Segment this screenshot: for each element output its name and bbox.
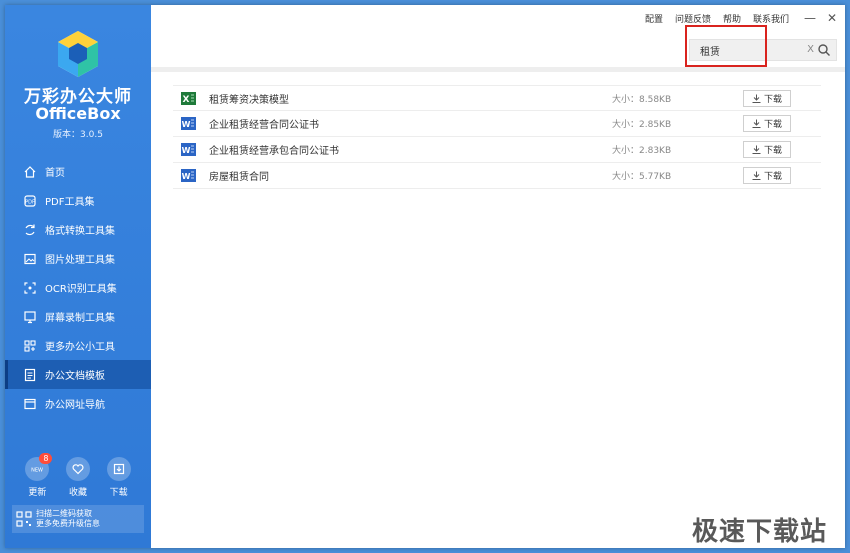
download-icon <box>752 119 761 128</box>
svg-text:NEW: NEW <box>31 468 43 474</box>
version-label: 版本：3.0.5 <box>53 130 103 140</box>
browser-icon <box>23 397 37 411</box>
word-file-icon: W <box>181 117 196 130</box>
file-row[interactable]: W 企业租赁经营合同公证书 大小：2.85KB 下载 <box>173 111 821 137</box>
word-file-icon: W <box>181 169 196 182</box>
heart-icon <box>65 457 90 481</box>
file-size: 大小：5.77KB <box>612 172 672 182</box>
download-button[interactable]: 下载 <box>743 141 791 158</box>
watermark-text: 极速下载站 <box>691 517 827 547</box>
download-icon <box>752 171 761 180</box>
download-button[interactable]: 下载 <box>743 167 791 184</box>
app-logo-icon <box>58 31 98 77</box>
file-name: 房屋租赁合同 <box>209 172 269 183</box>
sidebar-item-label: 格式转换工具集 <box>45 226 115 237</box>
excel-file-icon: X <box>181 91 196 105</box>
favorite-label: 收藏 <box>68 488 87 498</box>
minimize-button[interactable]: — <box>801 11 819 25</box>
sidebar-item-label: OCR识别工具集 <box>45 284 117 295</box>
sidebar-item-nav[interactable]: 办公网址导航 <box>5 389 151 418</box>
favorite-button[interactable]: 收藏 <box>61 457 95 498</box>
home-icon <box>23 165 37 179</box>
sidebar-item-home[interactable]: 首页 <box>5 157 151 186</box>
file-row[interactable]: W 房屋租赁合同 大小：5.77KB 下载 <box>173 163 821 189</box>
svg-text:W: W <box>182 120 191 129</box>
file-size: 大小：8.58KB <box>612 94 672 105</box>
template-file-list: X 租赁筹资决策模型 大小：8.58KB 下载 W 企业租赁经营合同公证书 大小… <box>173 85 821 189</box>
sidebar-item-label: PDF工具集 <box>45 197 95 208</box>
sidebar-item-pdf[interactable]: PDF PDF工具集 <box>5 186 151 215</box>
file-size: 大小：2.85KB <box>612 120 672 130</box>
qr-text-line2: 更多免费升级信息 <box>36 519 100 528</box>
sidebar-bottom-actions: NEW 8 更新 收藏 下载 <box>5 453 151 498</box>
downloads-button[interactable]: 下载 <box>102 457 136 498</box>
download-label: 下载 <box>763 120 782 130</box>
download-box-icon <box>106 457 131 481</box>
qr-code-icon <box>16 511 32 527</box>
contact-link[interactable]: 联系我们 <box>753 12 789 25</box>
sidebar-item-label: 更多办公小工具 <box>45 342 115 353</box>
download-icon <box>752 94 761 103</box>
svg-text:X: X <box>183 95 190 105</box>
sidebar-item-label: 办公网址导航 <box>45 400 105 411</box>
download-button[interactable]: 下载 <box>743 115 791 132</box>
update-count-badge: 8 <box>39 453 53 464</box>
image-icon <box>23 252 37 266</box>
sidebar-item-label: 办公文档模板 <box>45 371 105 382</box>
ocr-icon <box>23 281 37 295</box>
file-name: 企业租赁经营合同公证书 <box>209 120 319 131</box>
grid-icon <box>23 339 37 353</box>
search-highlight-box <box>685 25 767 67</box>
download-label: 下载 <box>763 146 782 156</box>
svg-text:W: W <box>182 172 191 181</box>
document-icon <box>23 368 37 382</box>
download-icon <box>752 145 761 154</box>
svg-text:PDF: PDF <box>25 199 35 205</box>
sidebar-item-ocr[interactable]: OCR识别工具集 <box>5 273 151 302</box>
file-row[interactable]: X 租赁筹资决策模型 大小：8.58KB 下载 <box>173 85 821 111</box>
file-name: 企业租赁经营承包合同公证书 <box>209 146 339 157</box>
convert-icon <box>23 223 37 237</box>
update-label: 更新 <box>28 488 47 498</box>
sidebar-item-convert[interactable]: 格式转换工具集 <box>5 215 151 244</box>
update-button[interactable]: NEW 8 更新 <box>20 453 54 498</box>
screen-icon <box>23 310 37 324</box>
file-name: 租赁筹资决策模型 <box>209 94 289 106</box>
sidebar-item-label: 图片处理工具集 <box>45 255 115 266</box>
download-label: 下载 <box>763 95 782 105</box>
sidebar-item-tools[interactable]: 更多办公小工具 <box>5 331 151 360</box>
word-file-icon: W <box>181 143 196 156</box>
file-row[interactable]: W 企业租赁经营承包合同公证书 大小：2.83KB 下载 <box>173 137 821 163</box>
download-button[interactable]: 下载 <box>743 90 791 107</box>
settings-link[interactable]: 配置 <box>645 12 663 25</box>
svg-text:W: W <box>182 146 191 155</box>
header-divider <box>151 67 845 72</box>
title-bar: 配置 问题反馈 帮助 联系我们 — ✕ <box>645 11 845 25</box>
qr-text-line1: 扫描二维码获取 <box>36 509 92 518</box>
close-button[interactable]: ✕ <box>823 11 841 25</box>
qr-text: 扫描二维码获取 更多免费升级信息 <box>36 509 100 529</box>
sidebar-item-templates[interactable]: 办公文档模板 <box>5 360 151 389</box>
search-icon[interactable] <box>817 43 831 57</box>
sidebar: 万彩办公大师 OfficeBox 版本：3.0.5 首页 PDF PDF工具集 … <box>5 5 151 548</box>
pdf-icon: PDF <box>23 194 37 208</box>
main-panel: 配置 问题反馈 帮助 联系我们 — ✕ X X 租赁筹 <box>151 5 845 548</box>
brand-name-en: OfficeBox <box>35 104 121 123</box>
sidebar-nav: 首页 PDF PDF工具集 格式转换工具集 图片处理工具集 OCR识别工具集 屏… <box>5 157 151 418</box>
clear-search-button[interactable]: X <box>807 44 814 55</box>
download-label: 下载 <box>763 172 782 182</box>
help-link[interactable]: 帮助 <box>723 12 741 25</box>
sidebar-item-image[interactable]: 图片处理工具集 <box>5 244 151 273</box>
sidebar-item-screen[interactable]: 屏幕录制工具集 <box>5 302 151 331</box>
feedback-link[interactable]: 问题反馈 <box>675 12 711 25</box>
qr-promo[interactable]: 扫描二维码获取 更多免费升级信息 <box>12 505 144 533</box>
sidebar-item-label: 屏幕录制工具集 <box>45 313 115 324</box>
sidebar-item-label: 首页 <box>45 168 65 179</box>
downloads-label: 下载 <box>109 488 128 498</box>
app-window: 万彩办公大师 OfficeBox 版本：3.0.5 首页 PDF PDF工具集 … <box>5 5 845 548</box>
file-size: 大小：2.83KB <box>612 146 672 156</box>
